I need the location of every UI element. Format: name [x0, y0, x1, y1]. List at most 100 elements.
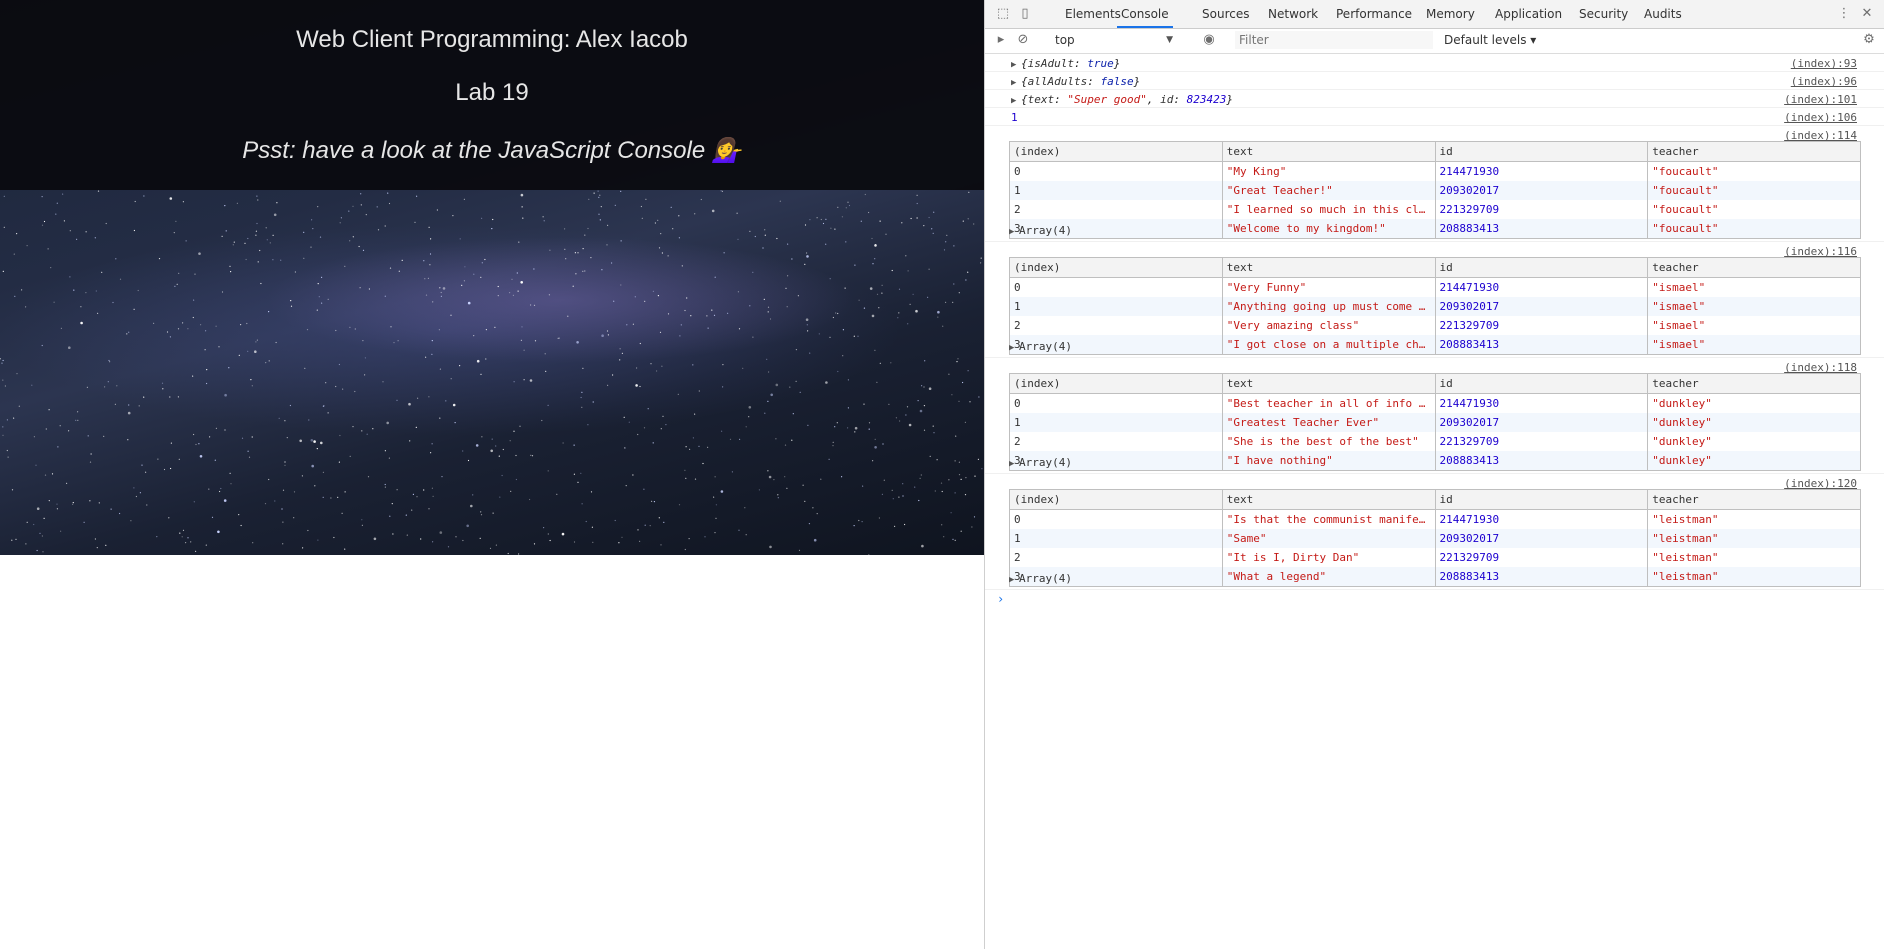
table-row: 3 "I got close on a multiple ch… 208883413… [1009, 335, 1861, 355]
object-preview[interactable]: ▶ {isAdult: true} [1011, 57, 1120, 70]
array-preview[interactable]: ▶ Array(4) [1009, 572, 1072, 585]
source-link[interactable]: (index):101 [1784, 93, 1857, 106]
lab-title: Lab 19 [455, 79, 529, 106]
console-log: ▶ {isAdult: true} (index):93 ▶ {allAdults:… [985, 54, 1884, 608]
tab-memory[interactable]: Memory [1426, 0, 1475, 28]
console-table: (index) text id teacher 0 "Very Funny" 2144719… [1009, 257, 1861, 355]
tab-application[interactable]: Application [1495, 0, 1562, 28]
column-header[interactable]: text [1221, 257, 1436, 278]
table-row: 2 "She is the best of the best" 221329709 "… [1009, 432, 1861, 451]
table-cell: "Very amazing class" [1221, 316, 1436, 335]
table-row: 0 "Very Funny" 214471930 "ismael" [1009, 277, 1861, 297]
array-preview[interactable]: ▶ Array(4) [1009, 224, 1072, 237]
table-cell: "ismael" [1647, 335, 1861, 355]
table-cell: 0 [1009, 277, 1223, 297]
column-header[interactable]: text [1221, 489, 1436, 510]
expand-triangle-icon[interactable]: ▶ [1009, 343, 1019, 353]
device-toolbar-icon[interactable]: ▯ [1017, 6, 1033, 22]
table-cell: 1 [1009, 297, 1223, 316]
hero-banner: Web Client Programming: Alex Iacob Lab 1… [0, 0, 984, 555]
log-levels-dropdown[interactable]: Default levels ▾ [1444, 32, 1536, 48]
table-cell: "dunkley" [1647, 451, 1861, 471]
column-header[interactable]: (index) [1009, 141, 1223, 162]
table-cell: "I have nothing" [1221, 451, 1436, 471]
table-cell: 221329709 [1434, 316, 1649, 335]
source-link[interactable]: (index):106 [1784, 111, 1857, 124]
table-cell: 221329709 [1434, 200, 1649, 219]
expand-triangle-icon[interactable]: ▶ [1011, 78, 1021, 88]
console-message: ▶ {allAdults: false} (index):96 [985, 72, 1884, 90]
more-options-icon[interactable]: ⋮ [1836, 6, 1852, 22]
table-cell: "Anything going up must come … [1221, 297, 1436, 316]
tab-audits[interactable]: Audits [1644, 0, 1682, 28]
table-cell: "foucault" [1647, 200, 1861, 219]
expand-triangle-icon[interactable]: ▶ [1009, 227, 1019, 237]
inspect-element-icon[interactable]: ⬚ [995, 6, 1011, 22]
column-header[interactable]: id [1434, 489, 1649, 510]
context-selector[interactable]: top ▼ [1055, 32, 1173, 48]
tab-elements[interactable]: Elements [1065, 0, 1121, 28]
close-icon[interactable]: ✕ [1859, 6, 1875, 22]
table-row: 0 "Is that the communist manife… 214471930… [1009, 509, 1861, 529]
expand-triangle-icon[interactable]: ▶ [1009, 459, 1019, 469]
table-cell: "Welcome to my kingdom!" [1221, 219, 1436, 239]
console-message: 1 (index):106 [985, 108, 1884, 126]
array-preview[interactable]: ▶ Array(4) [1009, 340, 1072, 353]
table-cell: 2 [1009, 316, 1223, 335]
expand-triangle-icon[interactable]: ▶ [1011, 96, 1021, 106]
column-header[interactable]: teacher [1647, 489, 1861, 510]
column-header[interactable]: text [1221, 141, 1436, 162]
console-message: ▶ {isAdult: true} (index):93 [985, 54, 1884, 72]
console-toolbar: ▸ ⊘ top ▼ ◉ Default levels ▾ ⚙ [985, 29, 1884, 54]
column-header[interactable]: text [1221, 373, 1436, 394]
array-label: Array(4) [1019, 224, 1072, 237]
table-cell: 2 [1009, 548, 1223, 567]
table-row: 1 "Great Teacher!" 209302017 "foucault" [1009, 181, 1861, 200]
source-link[interactable]: (index):93 [1791, 57, 1857, 70]
show-sidebar-icon[interactable]: ▸ [993, 32, 1009, 48]
tab-sources[interactable]: Sources [1202, 0, 1249, 28]
array-preview[interactable]: ▶ Array(4) [1009, 456, 1072, 469]
column-header[interactable]: id [1434, 373, 1649, 394]
table-cell: 221329709 [1434, 548, 1649, 567]
table-row: 0 "Best teacher in all of info … 214471930… [1009, 393, 1861, 413]
live-expression-eye-icon[interactable]: ◉ [1201, 32, 1217, 48]
column-header[interactable]: teacher [1647, 373, 1861, 394]
table-cell: "Great Teacher!" [1221, 181, 1436, 200]
table-row: 3 "I have nothing" 208883413 "dunkley" [1009, 451, 1861, 471]
tab-console[interactable]: Console [1117, 0, 1173, 28]
table-cell: "dunkley" [1647, 413, 1861, 432]
table-cell: 1 [1009, 529, 1223, 548]
object-preview[interactable]: ▶ {allAdults: false} [1011, 75, 1140, 88]
console-tables: (index):114 (index) text id teacher 0 "My King… [985, 126, 1884, 590]
table-cell: "leistman" [1647, 567, 1861, 587]
table-cell: "My King" [1221, 161, 1436, 181]
table-cell: "foucault" [1647, 219, 1861, 239]
tab-network[interactable]: Network [1268, 0, 1318, 28]
column-header[interactable]: teacher [1647, 257, 1861, 278]
tab-performance[interactable]: Performance [1336, 0, 1412, 28]
console-settings-gear-icon[interactable]: ⚙ [1861, 32, 1877, 48]
expand-triangle-icon[interactable]: ▶ [1011, 60, 1021, 70]
table-cell: 214471930 [1434, 509, 1649, 529]
tab-security[interactable]: Security [1579, 0, 1628, 28]
console-prompt-row[interactable]: › [985, 590, 1884, 608]
array-label: Array(4) [1019, 340, 1072, 353]
column-header[interactable]: (index) [1009, 257, 1223, 278]
table-cell: "dunkley" [1647, 432, 1861, 451]
column-header[interactable]: id [1434, 141, 1649, 162]
column-header[interactable]: teacher [1647, 141, 1861, 162]
source-link[interactable]: (index):96 [1791, 75, 1857, 88]
column-header[interactable]: id [1434, 257, 1649, 278]
object-preview[interactable]: ▶ {text: "Super good", id: 823423} [1011, 93, 1233, 106]
table-cell: "What a legend" [1221, 567, 1436, 587]
table-cell: 208883413 [1434, 335, 1649, 355]
expand-triangle-icon[interactable]: ▶ [1009, 575, 1019, 585]
column-header[interactable]: (index) [1009, 489, 1223, 510]
column-header[interactable]: (index) [1009, 373, 1223, 394]
clear-console-icon[interactable]: ⊘ [1015, 32, 1031, 48]
table-cell: "ismael" [1647, 316, 1861, 335]
table-cell: "She is the best of the best" [1221, 432, 1436, 451]
console-table-message: (index):118 (index) text id teacher 0 "Best te… [985, 358, 1884, 474]
console-filter-input[interactable] [1235, 31, 1433, 49]
